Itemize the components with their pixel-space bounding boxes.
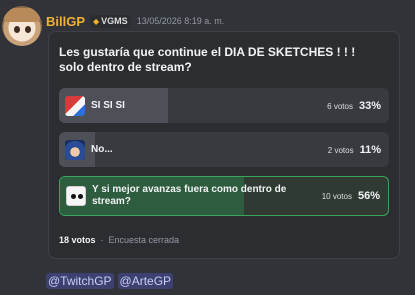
poll-option-percent: 11%	[359, 143, 381, 156]
poll-option[interactable]: SI SI SI 6 votos 33%	[59, 88, 389, 123]
image-detail	[78, 194, 83, 199]
poll-footer: 18 votos · Encuesta cerrada	[59, 235, 179, 245]
poll-option-votes: 10 votos	[321, 192, 352, 201]
server-tag[interactable]: ◆ VGMS	[90, 14, 131, 28]
poll-option-percent: 33%	[358, 99, 381, 112]
poll-option-image	[66, 186, 86, 206]
avatar-eye	[25, 26, 31, 33]
poll-option-image	[65, 139, 85, 160]
mentions-row: @TwitchGP @ArteGP	[46, 273, 174, 289]
poll-option-votes: 2 votos	[327, 145, 354, 155]
poll-option-label: No...	[91, 143, 113, 155]
avatar-hair	[4, 8, 40, 22]
poll-card: Les gustaría que continue el DIA DE SKET…	[48, 31, 400, 259]
message-header: BillGP ◆ VGMS 13/05/2026 8:19 a. m.	[46, 13, 224, 29]
poll-option-percent: 56%	[357, 190, 380, 202]
poll-option-image	[65, 95, 85, 116]
poll-option[interactable]: No... 2 votos 11%	[59, 132, 389, 167]
poll-total-votes: 18 votos	[59, 235, 96, 245]
separator: ·	[100, 235, 104, 245]
poll-option-label: SI SI SI	[91, 99, 125, 111]
avatar-eye	[14, 26, 20, 33]
image-detail	[71, 194, 76, 199]
mention-artegp[interactable]: @ArteGP	[117, 273, 174, 289]
poll-status: Encuesta cerrada	[108, 235, 180, 245]
diamond-icon: ◆	[93, 16, 100, 26]
mention-twitchgp[interactable]: @TwitchGP	[46, 273, 114, 289]
poll-option-votes: 6 votos	[327, 101, 353, 111]
poll-option-label: Y si mejor avanzas fuera como dentro de …	[92, 184, 287, 207]
username[interactable]: BillGP	[46, 14, 85, 29]
avatar[interactable]	[2, 6, 42, 46]
poll-question: Les gustaría que continue el DIA DE SKET…	[59, 45, 356, 74]
timestamp: 13/05/2026 8:19 a. m.	[136, 16, 225, 26]
poll-option-selected[interactable]: Y si mejor avanzas fuera como dentro de …	[59, 176, 389, 216]
server-tag-label: VGMS	[101, 16, 128, 26]
